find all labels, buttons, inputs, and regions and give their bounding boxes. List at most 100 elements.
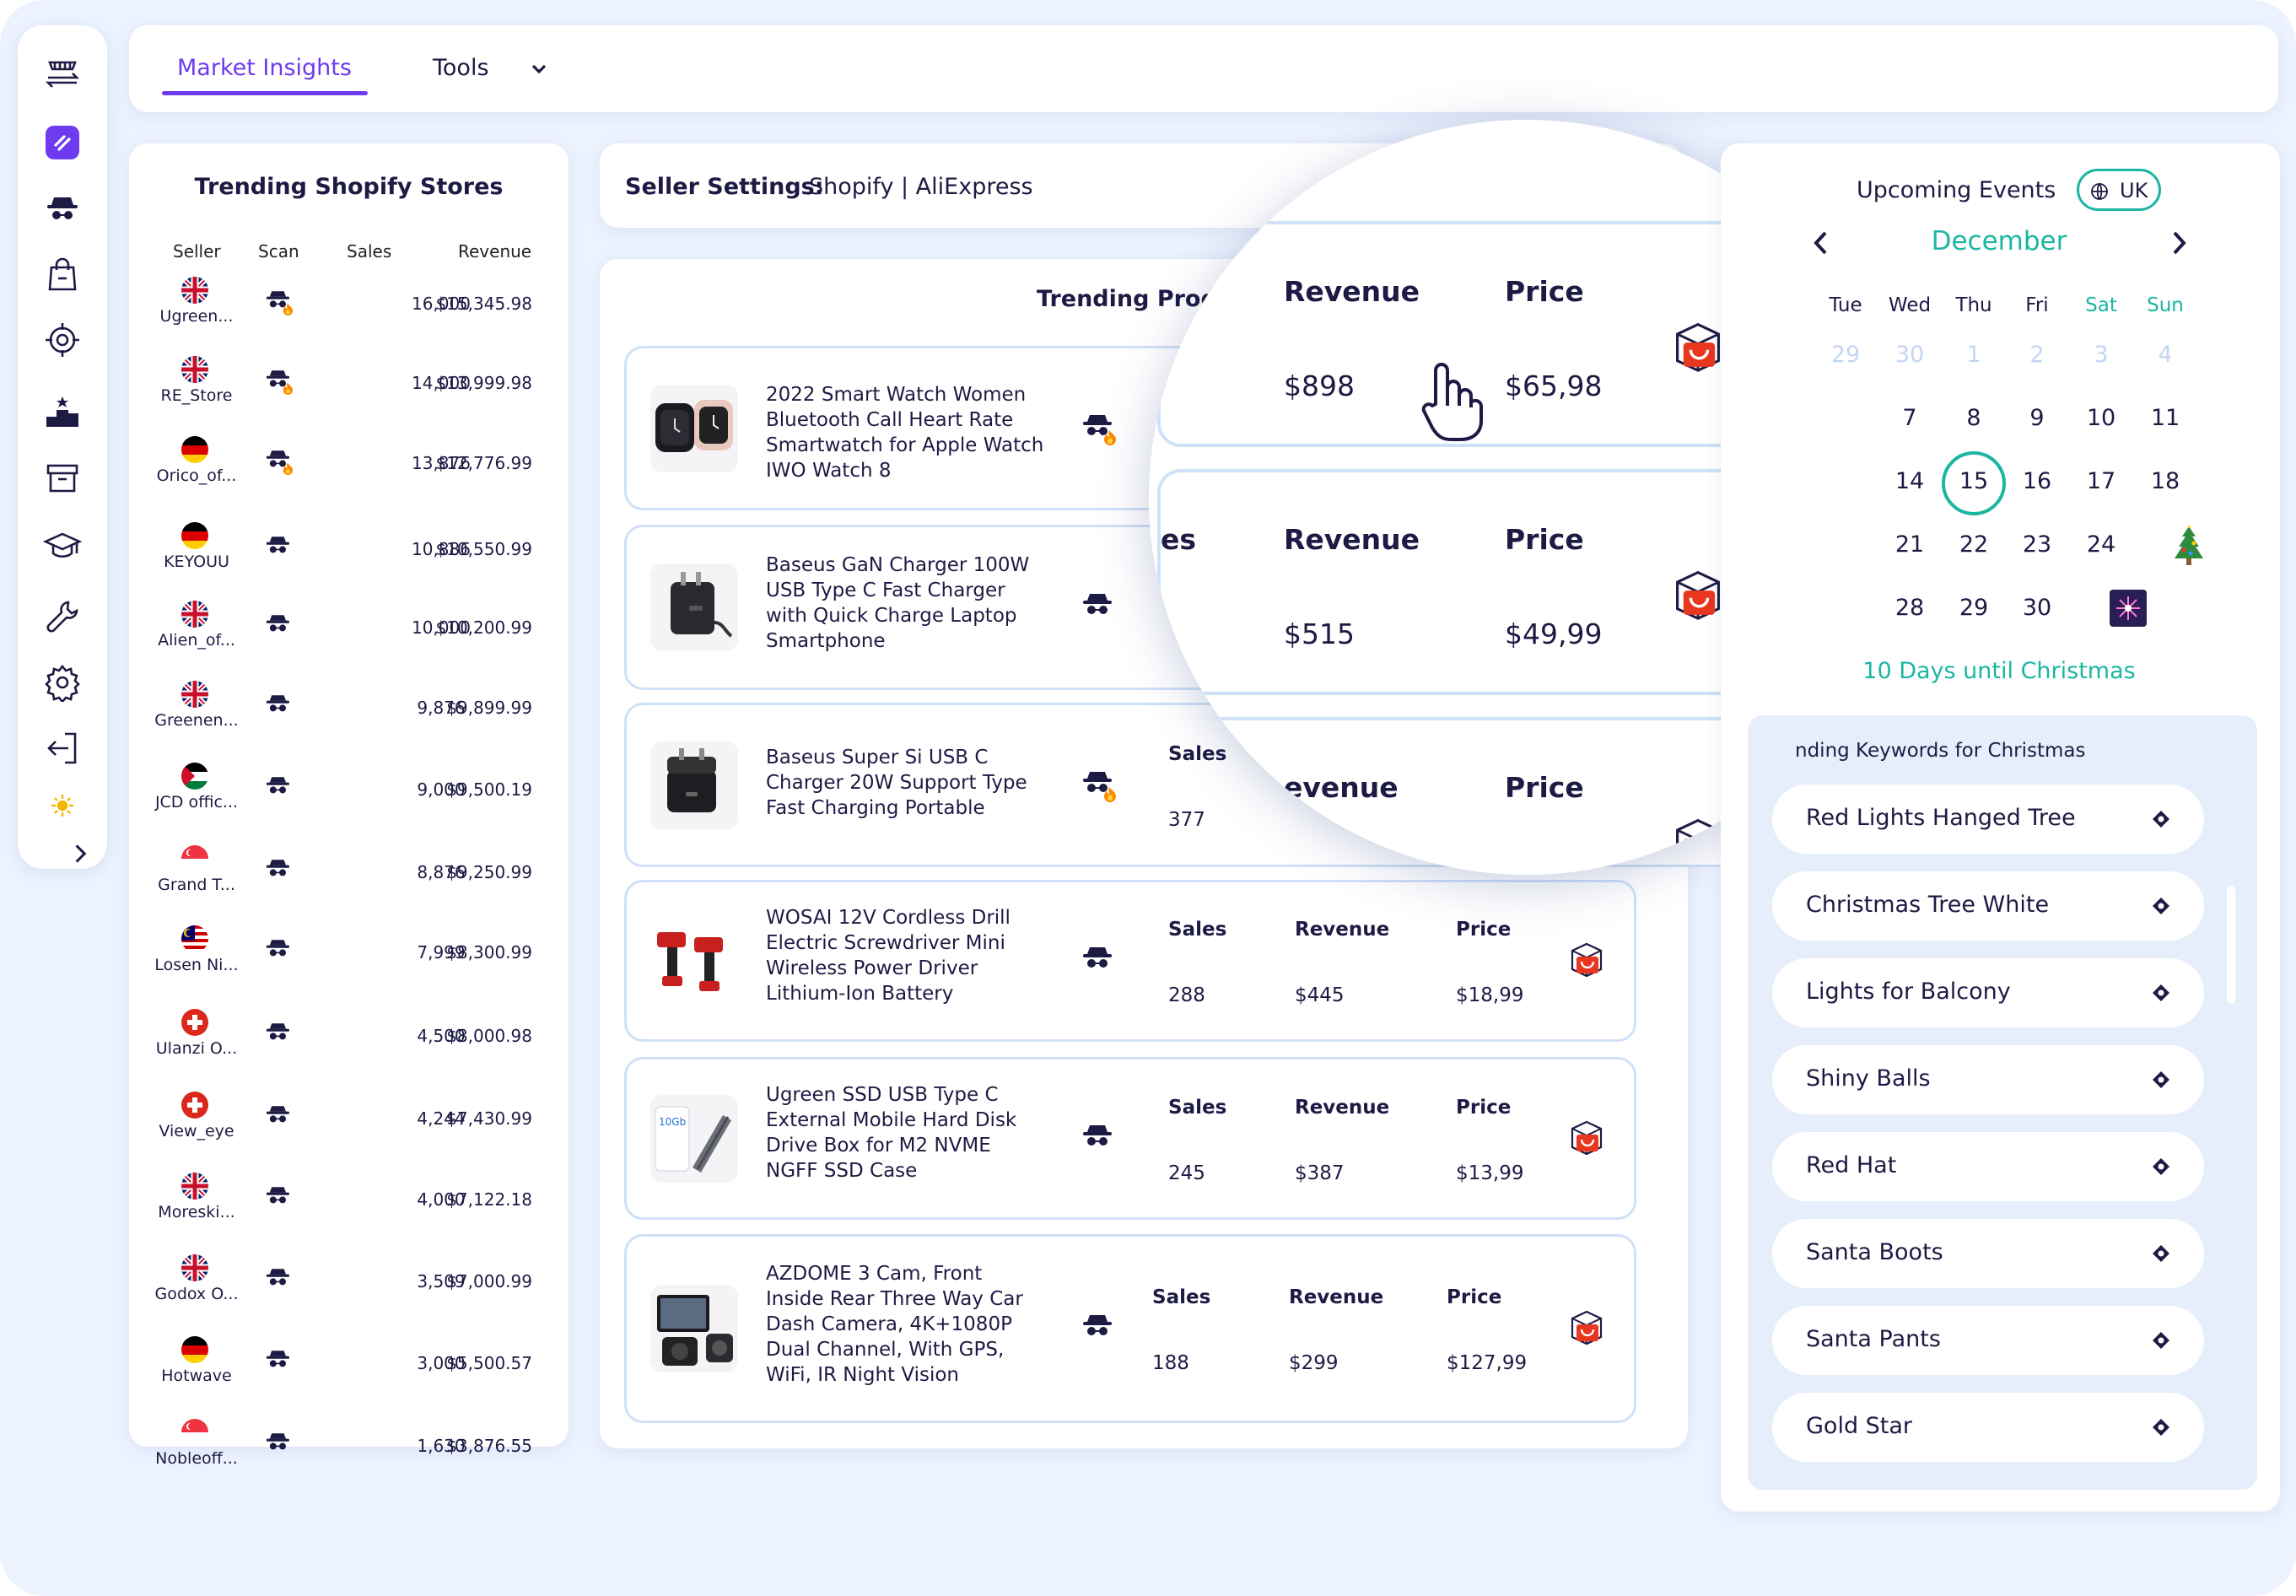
spy-icon[interactable] xyxy=(1081,1312,1118,1345)
keyword-target-icon[interactable] xyxy=(2152,810,2170,828)
calendar-day[interactable]: 18 xyxy=(2140,468,2191,494)
calendar-day[interactable]: 22 xyxy=(1948,531,1999,558)
spy-hot-icon[interactable] xyxy=(1081,768,1118,802)
store-revenue: $9,500.19 xyxy=(446,779,532,800)
product-title[interactable]: WOSAI 12V Cordless Drill Electric Screwd… xyxy=(766,905,1044,1006)
store-row[interactable]: Hotwave 3,000 $5,500.57 xyxy=(129,1336,569,1414)
store-row[interactable]: Ugreen... 16,000 $15,345.98 xyxy=(129,277,569,354)
aliexpress-bag-icon[interactable] xyxy=(1670,813,1726,869)
keyword-chip[interactable]: Gold Star xyxy=(1772,1393,2204,1462)
keyword-chip[interactable]: Santa Pants xyxy=(1772,1306,2204,1375)
store-row[interactable]: Grand T... 8,876 $9,250.99 xyxy=(129,845,569,923)
tools-icon[interactable] xyxy=(41,596,84,638)
archive-box-icon[interactable] xyxy=(41,457,84,499)
keyword-chip[interactable]: Red Lights Hanged Tree xyxy=(1772,785,2204,854)
next-month-icon[interactable] xyxy=(2166,228,2191,258)
seller-settings-value[interactable]: Shopify | AliExpress xyxy=(809,174,1033,200)
chevron-down-icon[interactable] xyxy=(527,57,551,81)
spy-icon[interactable] xyxy=(1081,944,1118,978)
keyword-target-icon[interactable] xyxy=(2152,1070,2170,1089)
store-row[interactable]: Losen Ni... 7,999 $8,300.99 xyxy=(129,925,569,1003)
tab-tools[interactable]: Tools xyxy=(433,55,489,81)
calendar-month: December xyxy=(1931,226,2067,256)
product-image xyxy=(650,563,738,651)
store-swap-icon[interactable] xyxy=(41,51,84,93)
product-card[interactable]: WOSAI 12V Cordless Drill Electric Screwd… xyxy=(624,880,1636,1042)
calendar-day[interactable]: 8 xyxy=(1948,405,1999,431)
logout-icon[interactable] xyxy=(41,727,84,769)
product-card[interactable]: AZDOME 3 Cam, Front Inside Rear Three Wa… xyxy=(624,1234,1636,1423)
calendar-day[interactable]: 28 xyxy=(1884,595,1935,621)
store-row[interactable]: Greenen... 9,876 $9,899.99 xyxy=(129,681,569,758)
podium-icon[interactable] xyxy=(41,390,84,432)
product-title[interactable]: 2022 Smart Watch Women Bluetooth Call He… xyxy=(766,382,1044,483)
sales-value: 288 xyxy=(1168,984,1205,1006)
store-row[interactable]: Nobleoff... 1,630 $3,876.55 xyxy=(129,1419,569,1496)
price-label: Price xyxy=(1456,919,1512,941)
lens-product-card: es Revenue Price $515 $49,99 xyxy=(1157,469,1765,695)
graduation-cap-icon[interactable] xyxy=(41,525,84,567)
tab-market-insights[interactable]: Market Insights xyxy=(177,55,352,81)
spy-icon[interactable] xyxy=(41,187,84,229)
logo-icon[interactable] xyxy=(41,121,84,164)
calendar-day[interactable]: 11 xyxy=(2140,405,2191,431)
keyword-chip[interactable]: Christmas Tree White xyxy=(1772,871,2204,941)
store-row[interactable]: Godox O... 3,509 $7,000.99 xyxy=(129,1254,569,1332)
keywords-scrollbar[interactable] xyxy=(2227,886,2235,1004)
calendar-day[interactable]: 17 xyxy=(2076,468,2126,494)
store-row[interactable]: KEYOUU 10,886 $10,550.99 xyxy=(129,522,569,600)
product-title[interactable]: Baseus Super Si USB C Charger 20W Suppor… xyxy=(766,745,1044,821)
aliexpress-bag-icon[interactable] xyxy=(1670,565,1726,621)
shopping-bag-icon[interactable] xyxy=(41,253,84,295)
aliexpress-bag-icon[interactable] xyxy=(1567,939,1606,978)
lens-sales-label: es xyxy=(1161,523,1197,556)
expand-icon[interactable] xyxy=(63,837,97,871)
prev-month-icon[interactable] xyxy=(1808,228,1834,258)
keyword-chip[interactable]: Santa Boots xyxy=(1772,1219,2204,1288)
spy-icon[interactable] xyxy=(1081,590,1118,624)
theme-toggle-icon[interactable] xyxy=(41,785,84,827)
keyword-text: Santa Boots xyxy=(1806,1239,1943,1265)
product-title[interactable]: Ugreen SSD USB Type C External Mobile Ha… xyxy=(766,1082,1044,1184)
spy-icon[interactable] xyxy=(1081,1122,1118,1156)
store-row[interactable]: RE_Store 14,000 $13,999.98 xyxy=(129,356,569,434)
store-row[interactable]: JCD offic... 9,000 $9,500.19 xyxy=(129,763,569,840)
store-row[interactable]: Alien_of... 10,000 $10,200.99 xyxy=(129,601,569,678)
calendar-day[interactable]: 29 xyxy=(1948,595,1999,621)
target-icon[interactable] xyxy=(41,319,84,361)
aliexpress-bag-icon[interactable] xyxy=(1670,317,1726,373)
keyword-target-icon[interactable] xyxy=(2152,897,2170,915)
calendar-day[interactable]: 14 xyxy=(1884,468,1935,494)
product-card[interactable]: 10Gb Ugreen SSD USB Type C External Mobil… xyxy=(624,1057,1636,1220)
keyword-target-icon[interactable] xyxy=(2152,984,2170,1002)
calendar-day-muted: 30 xyxy=(1894,342,1925,368)
store-row[interactable]: Ulanzi O... 4,500 $8,000.98 xyxy=(129,1009,569,1086)
calendar-day[interactable]: 24 xyxy=(2076,531,2126,558)
calendar-day[interactable]: 23 xyxy=(2012,531,2062,558)
calendar-day[interactable]: 16 xyxy=(2012,468,2062,494)
keyword-target-icon[interactable] xyxy=(2152,1418,2170,1437)
calendar-day[interactable]: 10 xyxy=(2076,405,2126,431)
aliexpress-bag-icon[interactable] xyxy=(1567,1117,1606,1156)
store-row[interactable]: View_eye 4,244 $7,430.99 xyxy=(129,1092,569,1169)
spy-hot-icon[interactable] xyxy=(1081,412,1118,445)
settings-icon[interactable] xyxy=(41,661,84,704)
keyword-chip[interactable]: Lights for Balcony xyxy=(1772,958,2204,1027)
store-row[interactable]: Orico_of... 13,876 $12,776.99 xyxy=(129,436,569,514)
store-revenue: $7,000.99 xyxy=(446,1271,532,1291)
keyword-target-icon[interactable] xyxy=(2152,1244,2170,1263)
aliexpress-bag-icon[interactable] xyxy=(1567,1307,1606,1345)
keyword-target-icon[interactable] xyxy=(2152,1331,2170,1350)
calendar-day[interactable]: 7 xyxy=(1884,405,1935,431)
keyword-text: Shiny Balls xyxy=(1806,1065,1931,1092)
keyword-chip[interactable]: Shiny Balls xyxy=(1772,1045,2204,1114)
product-title[interactable]: Baseus GaN Charger 100W USB Type C Fast … xyxy=(766,553,1044,654)
keyword-target-icon[interactable] xyxy=(2152,1157,2170,1176)
region-selector[interactable]: UK xyxy=(2077,169,2161,211)
calendar-day[interactable]: 30 xyxy=(2012,595,2062,621)
calendar-day[interactable]: 21 xyxy=(1884,531,1935,558)
store-row[interactable]: Moreski... 4,000 $7,122.18 xyxy=(129,1173,569,1250)
calendar-day[interactable]: 9 xyxy=(2012,405,2062,431)
keyword-chip[interactable]: Red Hat xyxy=(1772,1132,2204,1201)
product-title[interactable]: AZDOME 3 Cam, Front Inside Rear Three Wa… xyxy=(766,1261,1044,1388)
